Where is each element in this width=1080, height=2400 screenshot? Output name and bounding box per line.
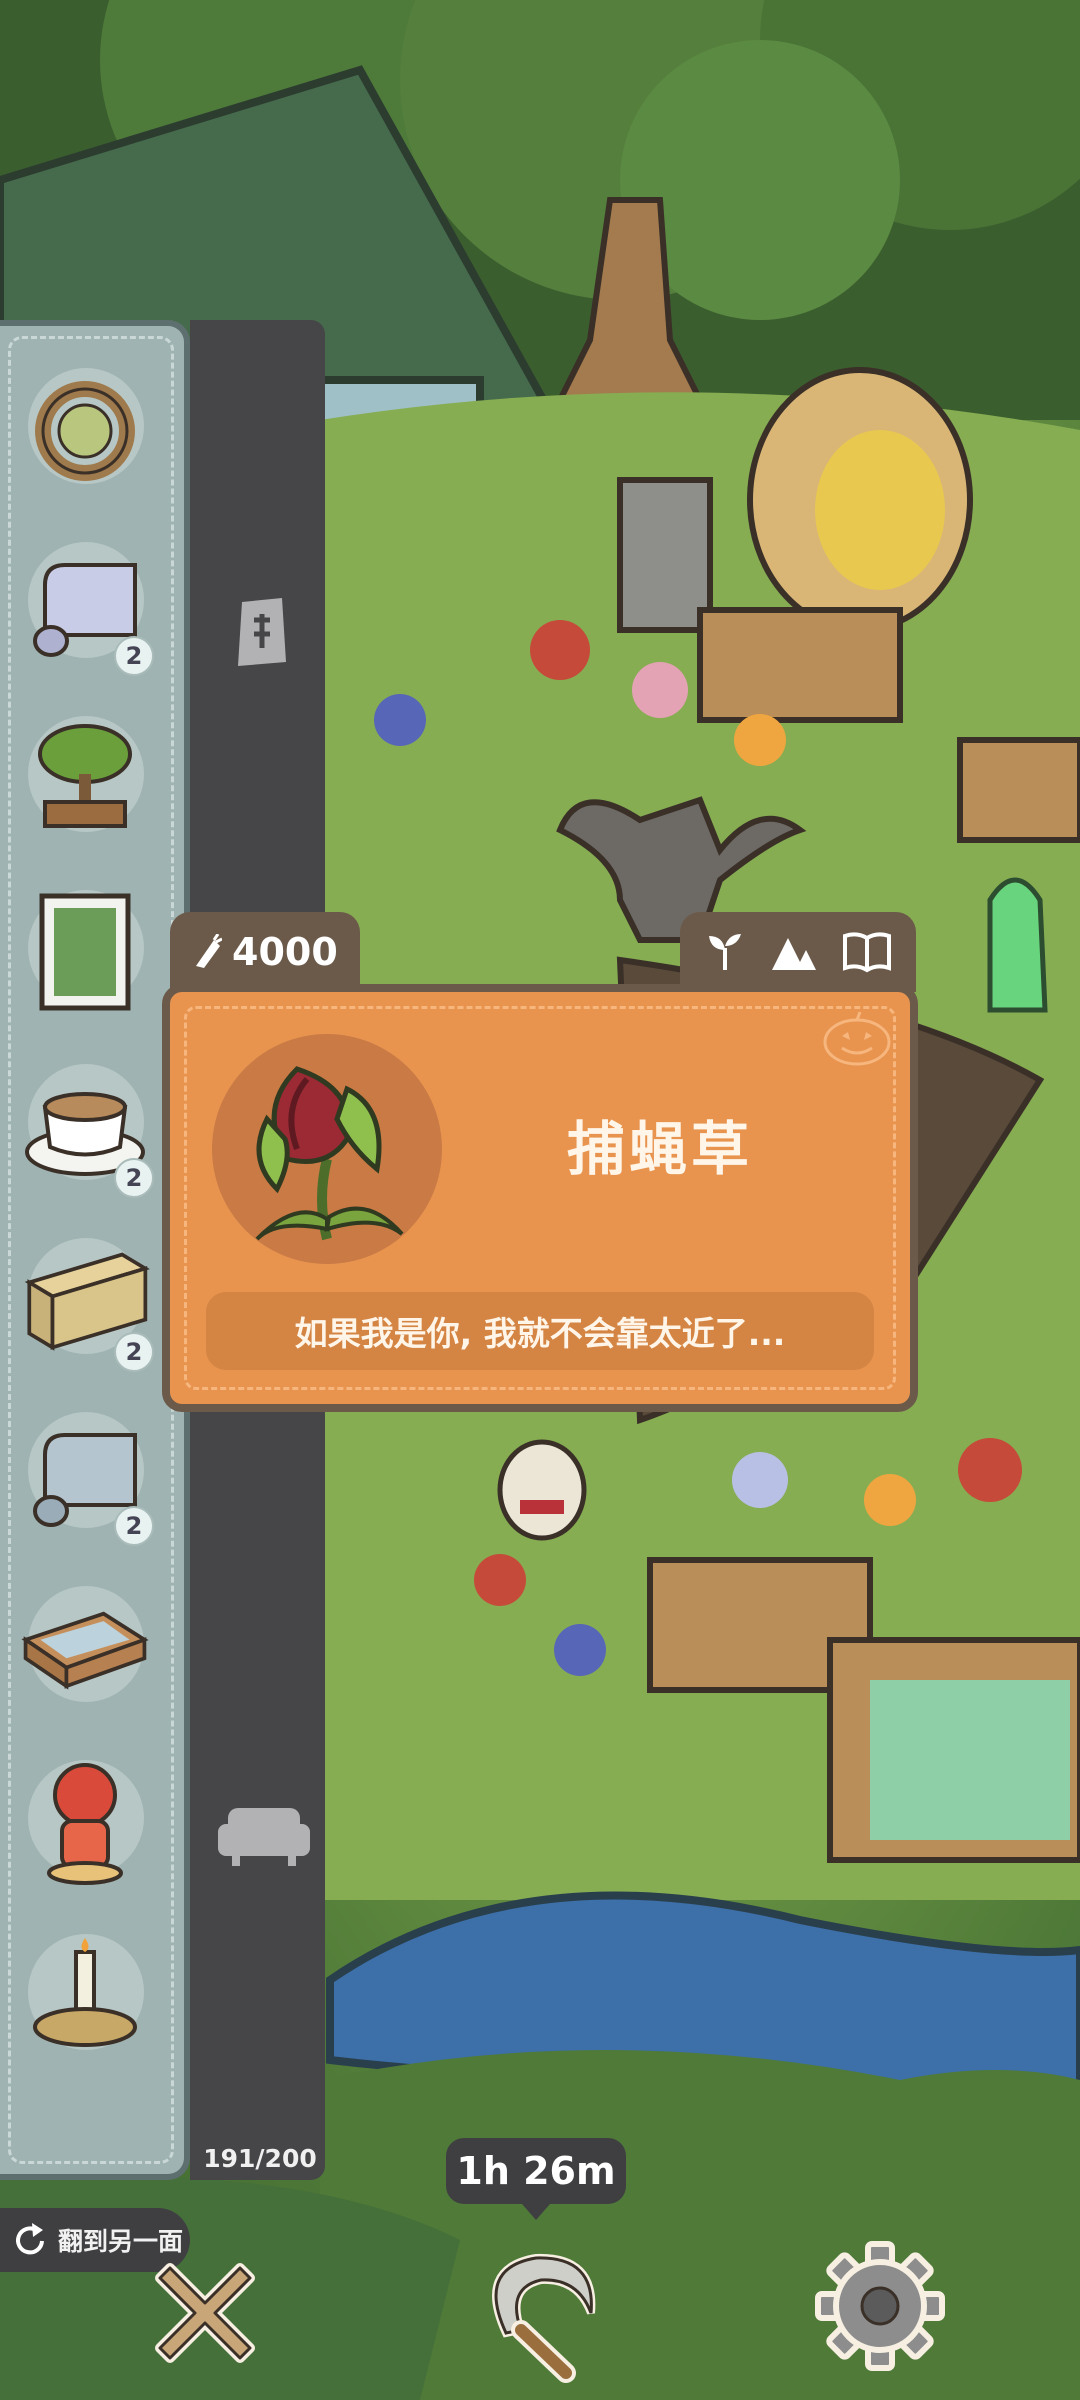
green-ghost <box>987 877 1048 1013</box>
glass-table-icon <box>21 1611 149 1690</box>
item-count-badge: 2 <box>114 1332 154 1372</box>
item-info-card: 捕蝇草 如果我是你, 我就不会靠太近了... <box>162 984 918 1412</box>
sickle-icon[interactable] <box>466 2238 616 2388</box>
price-tab: 4000 <box>170 912 360 992</box>
inventory-item-candle-holder[interactable] <box>20 1922 150 2072</box>
flytrap-plant-icon <box>255 1066 404 1241</box>
inventory-item-cabinet[interactable]: 2 <box>20 1226 154 1376</box>
inventory-item-red-figurine[interactable] <box>20 1748 150 1898</box>
item-portrait <box>212 1034 442 1264</box>
inventory-item-picture-frame[interactable] <box>20 878 150 1028</box>
card-tab-bar <box>680 912 916 992</box>
close-icon[interactable] <box>140 2248 270 2378</box>
price-value: 4000 <box>232 930 338 974</box>
bunny-character <box>497 1439 587 1541</box>
pumpkin-icon <box>823 1011 891 1066</box>
inventory-capacity: 191/200 <box>203 2144 317 2173</box>
wreath-icon <box>35 381 135 481</box>
inventory-item-coffee-cup[interactable]: 2 <box>20 1052 154 1202</box>
bonsai-tree-icon <box>38 724 132 828</box>
sprout-icon[interactable] <box>703 930 747 974</box>
seed-bag-icon[interactable] <box>232 590 292 670</box>
inventory-item-glass-table[interactable] <box>20 1574 150 1724</box>
item-count-badge: 2 <box>114 636 154 676</box>
item-name: 捕蝇草 <box>566 1115 753 1183</box>
inventory-item-floor-roll[interactable]: 2 <box>20 1400 154 1550</box>
red-figurine-icon <box>47 1763 123 1885</box>
item-count-badge: 2 <box>114 1158 154 1198</box>
timer-badge: 1h 26m <box>446 2138 626 2220</box>
book-icon[interactable] <box>841 930 893 974</box>
inventory-item-wallpaper-roll[interactable]: 2 <box>20 530 154 680</box>
mountain-icon[interactable] <box>770 932 818 972</box>
item-quote: 如果我是你, 我就不会靠太近了... <box>206 1292 874 1370</box>
sofa-icon[interactable] <box>216 1800 312 1870</box>
settings-gear-icon[interactable] <box>810 2236 950 2376</box>
stone-lantern <box>617 477 713 633</box>
inventory-item-wreath[interactable] <box>20 356 150 506</box>
candle-holder-icon <box>33 1938 137 2047</box>
carrot-icon <box>196 934 222 968</box>
picture-frame-icon <box>39 893 131 1011</box>
item-count-badge: 2 <box>114 1506 154 1546</box>
planter-box <box>697 607 903 723</box>
rotate-icon <box>16 2223 44 2255</box>
inventory-item-bonsai[interactable] <box>20 704 150 854</box>
